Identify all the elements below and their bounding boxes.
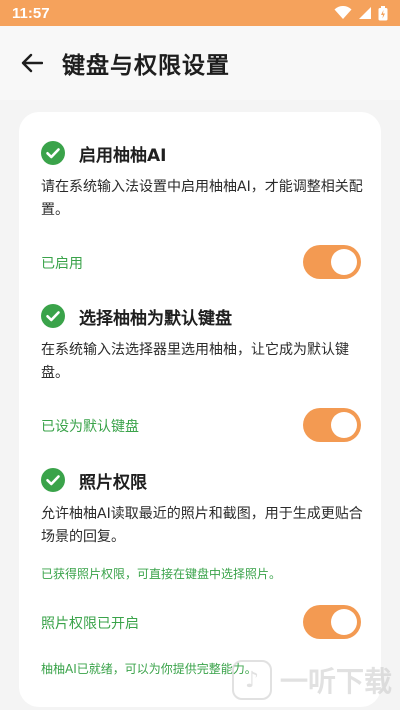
- section-description: 允许柚柚AI读取最近的照片和截图，用于生成更贴合场景的回复。: [41, 506, 363, 545]
- toggle-knob: [331, 609, 357, 635]
- section-title: 照片权限: [79, 472, 147, 493]
- watermark-text: 一听下载: [280, 665, 393, 698]
- app-header: 键盘与权限设置: [0, 26, 400, 100]
- section-title: 启用柚柚AI: [79, 145, 167, 166]
- signal-icon: [359, 7, 371, 19]
- section-header: 启用柚柚AI: [41, 140, 166, 166]
- section-title: 选择柚柚为默认键盘: [79, 308, 232, 329]
- wifi-icon: [334, 6, 352, 19]
- toggle-knob: [331, 249, 357, 275]
- status-bar: 11:57: [0, 0, 400, 26]
- back-button[interactable]: [16, 47, 48, 79]
- check-circle-icon: [41, 141, 65, 165]
- section-description: 请在系统输入法设置中启用柚柚AI，才能调整相关配置。: [41, 179, 363, 218]
- battery-icon: [378, 5, 388, 20]
- photo-permission-toggle[interactable]: [303, 605, 361, 639]
- check-circle-icon: [41, 468, 65, 492]
- section-header: 照片权限: [41, 467, 147, 493]
- section-header: 选择柚柚为默认键盘: [41, 303, 232, 329]
- watermark-logo-icon: ♪: [232, 660, 272, 700]
- watermark: ♪ 一听下载: [232, 660, 392, 700]
- status-time: 11:57: [12, 4, 50, 22]
- toggle-knob: [331, 412, 357, 438]
- status-icons: [334, 5, 388, 21]
- enable-ai-toggle[interactable]: [303, 245, 361, 279]
- section-description: 在系统输入法选择器里选用柚柚，让它成为默认键盘。: [41, 342, 349, 381]
- default-keyboard-toggle[interactable]: [303, 408, 361, 442]
- ready-note: 柚柚AI已就绪，可以为你提供完整能力。: [41, 662, 257, 676]
- status-label: 已启用: [41, 256, 83, 272]
- settings-card: 启用柚柚AI 请在系统输入法设置中启用柚柚AI，才能调整相关配置。 已启用 选择…: [19, 112, 381, 707]
- arrow-left-icon: [21, 53, 43, 73]
- permission-note: 已获得照片权限，可直接在键盘中选择照片。: [41, 567, 282, 581]
- status-label: 已设为默认键盘: [41, 419, 139, 435]
- check-circle-icon: [41, 304, 65, 328]
- page-title: 键盘与权限设置: [62, 53, 230, 79]
- status-label: 照片权限已开启: [41, 616, 139, 632]
